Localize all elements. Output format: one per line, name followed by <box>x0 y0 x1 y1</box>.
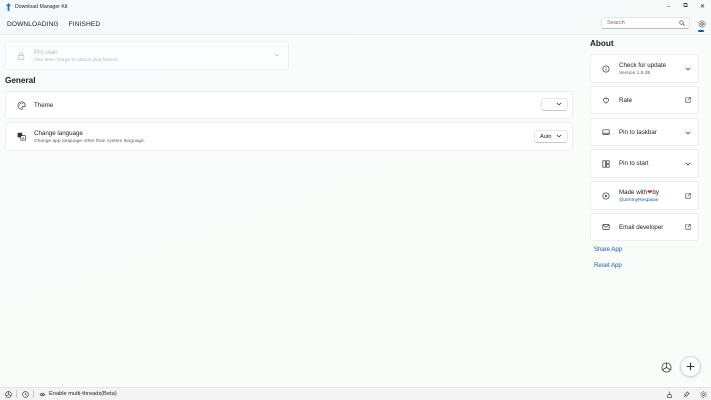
pin-icon[interactable] <box>681 389 691 400</box>
chevron-down-icon <box>685 162 691 166</box>
status-separator <box>16 390 17 398</box>
author-handle[interactable]: @JimmyRespawn <box>619 198 659 203</box>
external-link-icon <box>685 193 691 199</box>
external-link-icon <box>685 224 691 230</box>
language-dropdown[interactable]: Auto <box>534 130 568 143</box>
chevron-down-icon <box>556 102 562 108</box>
chevron-down-icon <box>685 131 691 135</box>
speed-limit-icon[interactable] <box>20 388 30 400</box>
title-bar: Download Manager Kit – ⧉ ✕ <box>0 0 711 13</box>
pin-start-icon <box>600 158 612 170</box>
plus-icon <box>686 362 695 371</box>
rate-icon <box>600 94 612 106</box>
made-with-label: Made with❤by <box>619 189 659 196</box>
pin-start-card[interactable]: Pin to start <box>590 149 699 178</box>
taskbar-icon <box>600 126 612 138</box>
about-heading: About <box>590 39 614 48</box>
mail-icon <box>600 221 612 233</box>
search-placeholder: Search <box>607 20 625 26</box>
gear-icon[interactable] <box>698 389 708 400</box>
general-heading: General <box>5 76 36 85</box>
share-app-link[interactable]: Share App <box>594 247 622 253</box>
made-with-prefix: Made with <box>619 188 648 196</box>
clean-icon[interactable] <box>664 389 674 400</box>
maximize-button[interactable]: ⧉ <box>677 0 694 13</box>
network-button[interactable] <box>659 360 673 374</box>
language-description: Change app language other than system la… <box>34 138 146 144</box>
email-developer-card[interactable]: Email developer <box>590 213 699 241</box>
close-button[interactable]: ✕ <box>694 0 711 13</box>
theme-label: Theme <box>34 101 54 109</box>
chevron-down-icon <box>274 53 280 57</box>
pro-user-title: Pro user <box>34 48 58 56</box>
theme-card: Theme <box>5 91 573 119</box>
translate-icon: A <box>15 131 27 143</box>
add-download-button[interactable] <box>680 356 701 377</box>
email-developer-label: Email developer <box>619 223 664 231</box>
tab-downloading[interactable]: DOWNLOADING <box>3 21 63 28</box>
tab-finished[interactable]: FINISHED <box>65 21 105 28</box>
status-separator <box>33 390 34 398</box>
gear-icon <box>698 20 705 27</box>
external-link-icon <box>685 97 691 103</box>
rate-card[interactable]: Rate <box>590 86 699 114</box>
search-input[interactable]: Search <box>601 17 690 29</box>
multithread-label[interactable]: Enable multi-threads(Beta) <box>49 391 117 397</box>
language-label: Change language <box>34 129 83 137</box>
chevron-down-icon <box>685 67 691 71</box>
info-icon <box>600 63 612 75</box>
minimize-button[interactable]: – <box>660 0 677 13</box>
play-circle-icon <box>600 190 612 202</box>
palette-icon <box>15 99 27 111</box>
rate-label: Rate <box>619 96 633 104</box>
app-title: Download Manager Kit <box>15 3 68 10</box>
pin-taskbar-card[interactable]: Pin to taskbar <box>590 118 699 146</box>
pro-user-subtitle: One time charge to unlock plus feature. <box>34 57 120 63</box>
lock-icon <box>15 50 27 62</box>
language-card: A Change language Change app language ot… <box>5 122 573 151</box>
status-bar: Enable multi-threads(Beta) <box>0 387 711 400</box>
network-icon <box>661 362 671 372</box>
settings-button[interactable] <box>697 18 706 29</box>
check-update-card[interactable]: Check for update Version 1.5.35 <box>590 54 699 83</box>
version-text: Version 1.5.35 <box>619 70 651 76</box>
globe-icon[interactable] <box>3 388 13 400</box>
pro-user-card: Pro user One time charge to unlock plus … <box>5 41 289 70</box>
multithread-icon[interactable] <box>37 388 47 400</box>
pin-start-label: Pin to start <box>619 160 649 167</box>
theme-dropdown[interactable] <box>541 98 568 111</box>
check-update-label: Check for update <box>619 61 667 69</box>
app-logo-icon <box>3 0 13 13</box>
reset-app-link[interactable]: Reset App <box>594 263 622 269</box>
settings-active-indicator <box>698 30 704 32</box>
made-with-card[interactable]: Made with❤by @JimmyRespawn <box>590 181 699 210</box>
search-icon[interactable] <box>679 20 685 28</box>
language-value: Auto <box>540 133 552 140</box>
chevron-down-icon <box>556 134 562 140</box>
made-with-suffix: by <box>652 188 659 196</box>
pin-taskbar-label: Pin to taskbar <box>619 128 657 136</box>
